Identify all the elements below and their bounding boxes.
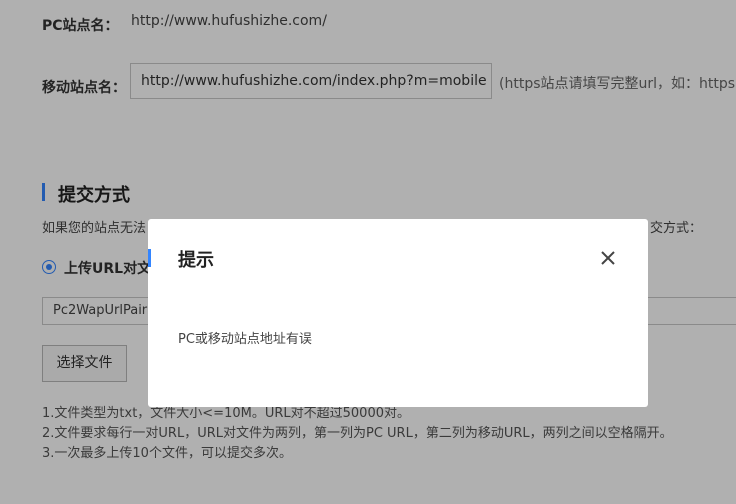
dialog-title: 提示	[178, 250, 214, 271]
dialog-message: PC或移动站点地址有误	[178, 332, 312, 347]
dialog-accent-bar	[148, 249, 151, 267]
close-icon[interactable]	[597, 247, 619, 269]
alert-dialog: 提示 PC或移动站点地址有误	[148, 219, 648, 407]
